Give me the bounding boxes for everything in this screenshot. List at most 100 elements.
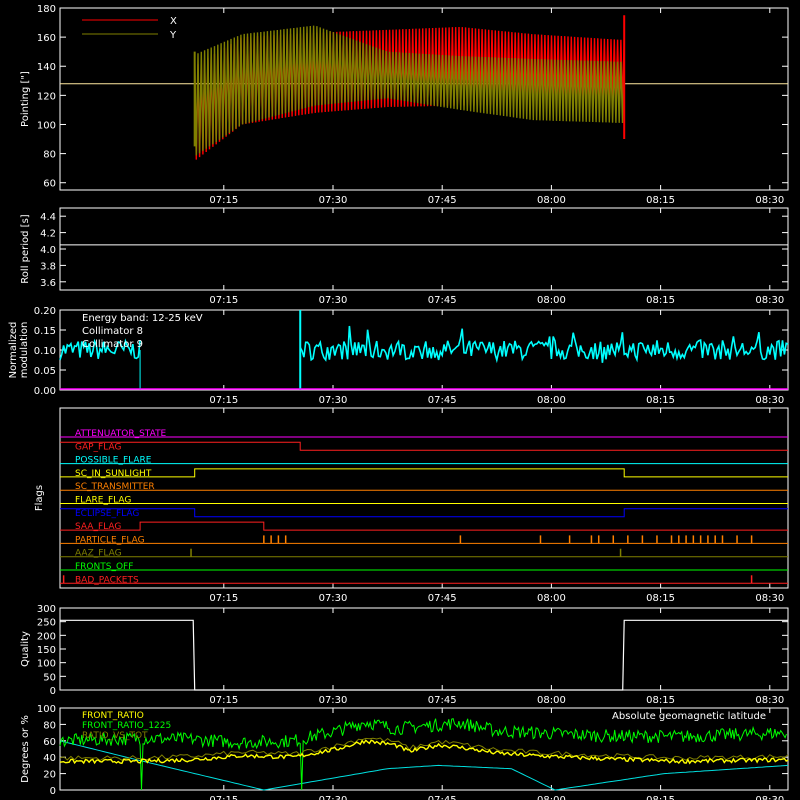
y-tick-label: 60 [43, 737, 56, 748]
x-tick-label: 07:30 [319, 695, 348, 706]
y-axis-label: Quality [20, 631, 31, 667]
flag-line-gap_flag [60, 441, 788, 451]
y-axis-label: Flags [34, 485, 45, 511]
x-tick-label: 08:15 [646, 395, 675, 406]
y-tick-label: 40 [43, 753, 56, 764]
x-tick-label: 07:30 [319, 795, 348, 800]
x-tick-label: 08:00 [537, 695, 566, 706]
y-tick-label: 60 [43, 179, 56, 190]
x-tick-label: 08:30 [755, 795, 784, 800]
x-tick-label: 08:00 [537, 593, 566, 604]
flag-label-attenuator_state: ATTENUATOR_STATE [75, 429, 167, 439]
y-tick-label: 0.15 [34, 326, 56, 337]
flag-label-sc_in_sunlight: SC_IN_SUNLIGHT [75, 469, 152, 479]
x-tick-label: 07:45 [428, 195, 457, 206]
y-tick-label: 0 [50, 786, 56, 797]
y-tick-label: 0.05 [34, 366, 56, 377]
panel-ratios: 07:15 07:30 07:45 08:00 08:15 08:30 0 20 40 60 80 1… [20, 704, 789, 800]
x-tick-label: 08:00 [537, 795, 566, 800]
legend-label-y: Y [169, 30, 177, 41]
flag-line-eclipse_flag [60, 508, 788, 518]
x-tick-label: 08:30 [755, 695, 784, 706]
y-tick-label: 80 [43, 720, 56, 731]
y-tick-label: 100 [37, 120, 56, 131]
x-tick-label: 07:30 [319, 295, 348, 306]
x-tick-label: 07:45 [428, 295, 457, 306]
legend-label-front-ratio: FRONT_RATIO [82, 711, 144, 721]
x-tick-label: 07:30 [319, 395, 348, 406]
y-tick-label: 0 [50, 686, 56, 697]
y-tick-label: 140 [37, 62, 56, 73]
x-tick-label: 07:30 [319, 593, 348, 604]
figure: 07:15 07:30 07:45 08:00 08:15 08:30 60 80 100 120… [8, 4, 789, 800]
x-tick-label: 08:00 [537, 295, 566, 306]
flag-label-fronts_off: FRONTS_OFF [75, 562, 133, 572]
front-ratio-line [59, 739, 789, 765]
y-axis-label: Pointing ["] [20, 71, 31, 127]
energy-band-annotation: Energy band: 12-25 keV [82, 313, 203, 324]
x-tick-label: 07:30 [319, 195, 348, 206]
x-tick-label: 07:45 [428, 395, 457, 406]
flag-label-sc_transmitter: SC_TRANSMITTER [75, 482, 155, 492]
x-tick-label: 07:15 [209, 795, 238, 800]
legend-label-x: X [170, 16, 177, 27]
panel-quality: 07:15 07:30 07:45 08:00 08:15 08:30 0 50 100 150 2… [20, 604, 789, 706]
y-tick-label: 200 [37, 631, 56, 642]
flag-label-particle_flag: PARTICLE_FLAG [75, 535, 145, 545]
flag-label-eclipse_flag: ECLIPSE_FLAG [75, 509, 139, 519]
y-tick-label: 120 [37, 91, 56, 102]
x-tick-label: 08:30 [755, 395, 784, 406]
quality-line [60, 619, 788, 691]
flag-label-gap_flag: GAP_FLAG [75, 442, 121, 452]
y-tick-label: 300 [37, 604, 56, 615]
x-tick-label: 08:15 [646, 593, 675, 604]
flags-frame [59, 407, 789, 589]
x-tick-label: 07:15 [209, 593, 238, 604]
x-tick-label: 08:15 [646, 195, 675, 206]
x-tick-label: 07:15 [209, 195, 238, 206]
x-tick-label: 07:15 [209, 295, 238, 306]
roll-frame [59, 207, 789, 291]
x-tick-label: 08:15 [646, 695, 675, 706]
y-tick-label: 4.2 [40, 229, 56, 240]
x-tick-label: 07:45 [428, 795, 457, 800]
y-tick-label: 0.20 [34, 306, 56, 317]
y-tick-label: 0.10 [34, 346, 56, 357]
y-tick-label: 100 [37, 659, 56, 670]
y-tick-label: 3.6 [40, 278, 56, 289]
y-tick-label: 3.8 [40, 261, 56, 272]
panel-modulation: 07:15 07:30 07:45 08:00 08:15 08:30 0.00 0.05 0.… [8, 306, 789, 406]
y-tick-label: 150 [37, 645, 56, 656]
flag-line-sc_in_sunlight [60, 468, 788, 478]
legend-label-collimator-8: Collimator 8 [82, 326, 143, 337]
flag-label-saa_flag: SAA_FLAG [75, 522, 121, 532]
y-tick-label: 180 [37, 4, 56, 15]
x-tick-label: 08:00 [537, 395, 566, 406]
panel-flags: 07:15 07:30 07:45 08:00 08:15 08:30 Flags ATTEN… [34, 407, 789, 604]
legend-label-geomagnetic-latitude: Absolute geomagnetic latitude [612, 711, 766, 722]
y-tick-label: 4.4 [40, 212, 56, 223]
ratio-vs-tot-line [59, 737, 789, 762]
y-tick-label: 250 [37, 618, 56, 629]
y-tick-label: 80 [43, 150, 56, 161]
x-tick-label: 08:15 [646, 295, 675, 306]
y-axis-label: modulation [19, 322, 30, 379]
collimator-8-line [299, 325, 789, 364]
y-axis-label: Degrees or % [20, 715, 31, 783]
flag-label-aaz_flag: AAZ_FLAG [75, 549, 122, 559]
flag-line-saa_flag [60, 521, 788, 531]
flag-label-flare_flag: FLARE_FLAG [75, 496, 131, 506]
y-tick-label: 50 [43, 672, 56, 683]
legend-label-collimator-9: Collimator 9 [82, 339, 143, 350]
y-tick-label: 100 [37, 704, 56, 715]
x-tick-label: 08:30 [755, 195, 784, 206]
panel-roll: 07:15 07:30 07:45 08:00 08:15 08:30 3.6 3.8 4.0 4… [20, 207, 789, 306]
x-tick-label: 08:00 [537, 195, 566, 206]
x-tick-label: 08:30 [755, 593, 784, 604]
y-tick-label: 0.00 [34, 386, 56, 397]
x-tick-label: 07:45 [428, 593, 457, 604]
y-tick-label: 20 [43, 770, 56, 781]
x-tick-label: 07:45 [428, 695, 457, 706]
x-tick-label: 07:15 [209, 395, 238, 406]
y-tick-label: 160 [37, 33, 56, 44]
